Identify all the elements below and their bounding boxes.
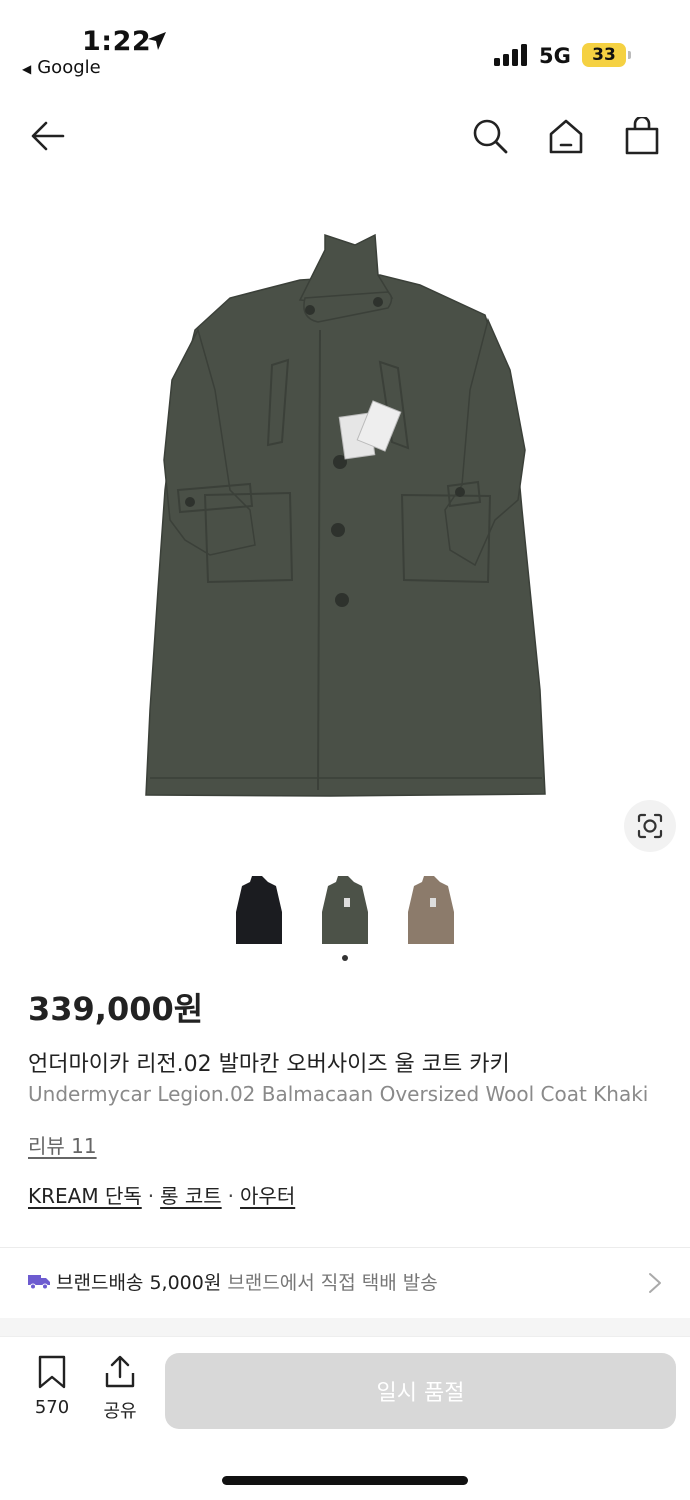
- section-band: [0, 1318, 690, 1336]
- tag-exclusive[interactable]: KREAM 단독: [28, 1184, 142, 1208]
- signal-icon: [494, 44, 527, 66]
- home-button[interactable]: [544, 114, 588, 158]
- image-search-button[interactable]: [624, 800, 676, 852]
- tag-separator: ·: [227, 1184, 235, 1208]
- category-tags: KREAM 단독 · 롱 코트 · 아우터: [28, 1180, 295, 1209]
- location-arrow-icon: [148, 32, 166, 50]
- delivery-info-row[interactable]: 브랜드배송 5,000원 브랜드에서 직접 택배 발송: [0, 1250, 690, 1314]
- review-link[interactable]: 리뷰 11: [28, 1130, 97, 1159]
- share-label: 공유: [103, 1401, 137, 1422]
- product-price: 339,000원: [28, 990, 204, 1028]
- delivery-fee: 브랜드배송 5,000원: [56, 1272, 222, 1294]
- tag-long-coat[interactable]: 롱 코트: [160, 1184, 222, 1208]
- back-to-app-link[interactable]: ◀ Google: [22, 57, 101, 78]
- product-title-english: Undermycar Legion.02 Balmacaan Oversized…: [28, 1082, 649, 1106]
- back-triangle-icon: ◀: [22, 62, 32, 76]
- truck-icon: [28, 1275, 50, 1290]
- bookmark-icon: [38, 1355, 66, 1389]
- bookmark-button[interactable]: 570: [30, 1355, 74, 1418]
- bookmark-count: 570: [34, 1397, 70, 1418]
- arrow-left-icon: [31, 121, 65, 151]
- soldout-button[interactable]: 일시 품절: [165, 1353, 676, 1429]
- share-button[interactable]: 공유: [98, 1355, 142, 1423]
- tag-separator: ·: [147, 1184, 155, 1208]
- home-indicator: [222, 1476, 468, 1485]
- battery-indicator: 33: [582, 43, 626, 67]
- top-nav: [0, 100, 690, 170]
- thumbnail-beige[interactable]: [396, 872, 466, 948]
- shopping-bag-icon: [625, 117, 659, 155]
- search-button[interactable]: [468, 114, 512, 158]
- chevron-right-icon: [649, 1273, 661, 1293]
- delivery-description: 브랜드에서 직접 택배 발송: [227, 1272, 438, 1294]
- thumbnail-khaki[interactable]: [310, 872, 380, 948]
- share-icon: [105, 1355, 135, 1388]
- network-label: 5G: [539, 44, 571, 68]
- section-divider: [0, 1247, 690, 1248]
- product-title-korean: 언더마이카 리전.02 발마칸 오버사이즈 울 코트 카키: [28, 1052, 510, 1077]
- home-icon: [549, 119, 583, 154]
- status-bar: 1:22 ◀ Google 5G 33: [0, 0, 690, 90]
- delivery-label: 브랜드배송 5,000원 브랜드에서 직접 택배 발송: [56, 1268, 438, 1295]
- back-app-label: Google: [37, 57, 101, 78]
- back-button[interactable]: [26, 114, 70, 158]
- product-image[interactable]: [0, 190, 690, 860]
- thumbnail-black[interactable]: [224, 872, 294, 948]
- lens-icon: [637, 813, 663, 839]
- status-time: 1:22: [82, 26, 152, 57]
- battery-tip: [628, 51, 631, 59]
- color-thumbnails: [0, 872, 690, 952]
- tag-outer[interactable]: 아우터: [240, 1184, 295, 1208]
- cart-button[interactable]: [620, 114, 664, 158]
- carousel-indicator: [342, 955, 348, 961]
- search-icon: [473, 119, 508, 154]
